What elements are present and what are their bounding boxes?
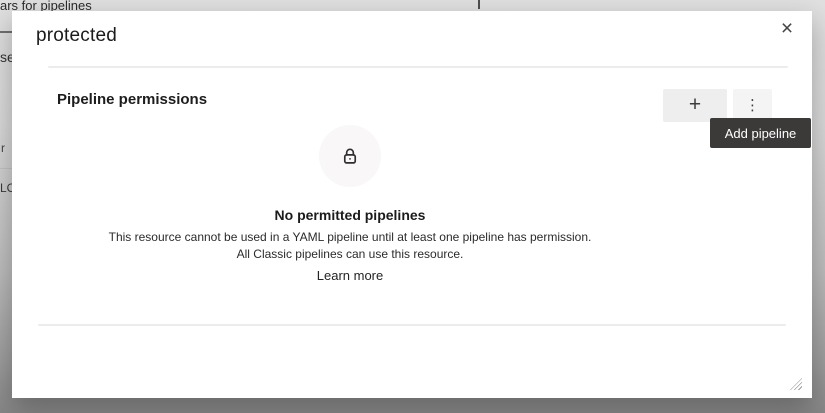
empty-state-description-line1: This resource cannot be used in a YAML p… [38, 229, 662, 246]
add-pipeline-tooltip: Add pipeline [710, 118, 811, 148]
dialog-title: protected [36, 25, 117, 47]
empty-state: No permitted pipelines This resource can… [38, 207, 662, 285]
content-divider [38, 324, 786, 326]
close-icon: × [781, 18, 793, 39]
background-text-fragment: r [1, 141, 5, 155]
tooltip-label: Add pipeline [725, 126, 797, 141]
resize-handle[interactable] [790, 378, 802, 390]
header-divider [48, 66, 788, 68]
empty-state-icon-circle [319, 125, 381, 187]
learn-more-link[interactable]: Learn more [317, 268, 383, 283]
lock-icon [340, 146, 360, 166]
plus-icon: + [689, 94, 701, 115]
close-button[interactable]: × [773, 14, 801, 42]
empty-state-title: No permitted pipelines [38, 207, 662, 223]
section-heading: Pipeline permissions [57, 91, 207, 108]
background-column-divider [478, 0, 480, 9]
pipeline-permissions-dialog: protected × Pipeline permissions + ⋮ Add… [12, 11, 812, 398]
empty-state-description-line2: All Classic pipelines can use this resou… [38, 246, 662, 263]
kebab-menu-icon: ⋮ [745, 98, 760, 113]
